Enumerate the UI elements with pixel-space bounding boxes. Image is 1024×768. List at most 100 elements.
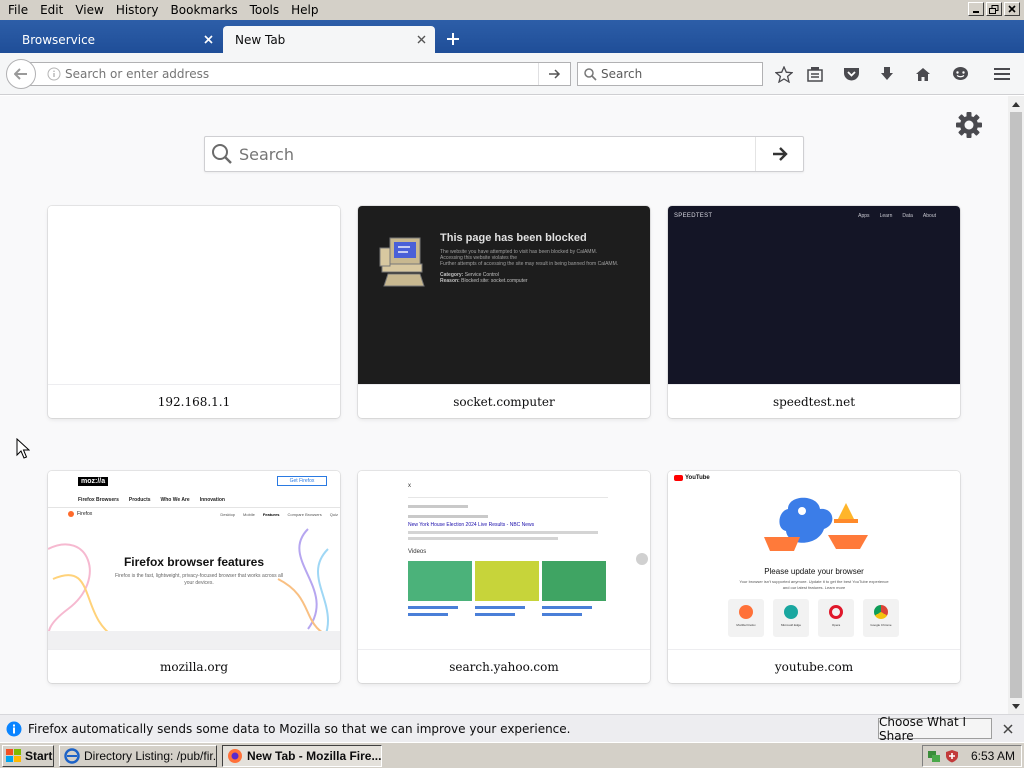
scroll-down-button[interactable] xyxy=(1008,698,1024,714)
page-search-input[interactable] xyxy=(239,144,755,164)
tile-title: speedtest.net xyxy=(668,384,960,418)
get-firefox-button: Get Firefox xyxy=(277,476,327,486)
library-icon[interactable] xyxy=(805,65,825,83)
tab-browservice[interactable]: Browservice xyxy=(10,26,222,53)
mozilla-logo: moz://a xyxy=(78,477,109,486)
clock[interactable]: 6:53 AM xyxy=(971,749,1015,763)
scrollbar-thumb[interactable] xyxy=(1010,112,1022,698)
menu-tools[interactable]: Tools xyxy=(244,0,286,20)
top-site-tile[interactable]: 192.168.1.1 xyxy=(48,206,340,418)
toolbar-search-placeholder: Search xyxy=(601,67,643,81)
menu-view-label: View xyxy=(75,3,104,17)
gear-icon[interactable] xyxy=(954,110,984,140)
mozilla-nav-item: Firefox Browsers xyxy=(78,497,119,503)
new-tab-button[interactable] xyxy=(442,28,464,50)
downloads-icon[interactable] xyxy=(877,65,897,83)
tile-title: youtube.com xyxy=(668,649,960,683)
youtube-text-line: and our latest features. Learn more xyxy=(782,585,846,590)
blocked-text-line: Further attempts of accessing the site m… xyxy=(440,261,619,267)
tab-new-tab[interactable]: New Tab xyxy=(223,26,435,53)
top-site-tile[interactable]: SPEEDTEST Apps Learn Data About speedtes… xyxy=(668,206,960,418)
plus-icon xyxy=(447,33,459,45)
notification-text: Firefox automatically sends some data to… xyxy=(28,721,571,736)
pocket-icon[interactable] xyxy=(841,65,861,83)
top-site-tile[interactable]: x New York House Election 2024 Live Resu… xyxy=(358,471,650,683)
internet-explorer-icon xyxy=(64,748,80,764)
menu-file[interactable]: File xyxy=(2,0,34,20)
mouse-cursor-icon xyxy=(16,438,30,459)
edge-icon xyxy=(784,605,798,619)
menu-help[interactable]: Help xyxy=(285,0,324,20)
menu-edit[interactable]: Edit xyxy=(34,0,69,20)
mozilla-subnav-item: Features xyxy=(262,512,280,517)
tab-close-button[interactable] xyxy=(198,30,218,50)
speedtest-nav-item: Data xyxy=(902,213,913,219)
tile-preview-mozilla: moz://a Get Firefox Firefox Browsers Pro… xyxy=(48,471,340,649)
info-icon[interactable] xyxy=(31,67,65,81)
mozilla-subnav-item: Desktop xyxy=(220,512,236,517)
close-icon xyxy=(1008,5,1016,13)
page-search-go-button[interactable] xyxy=(755,137,803,171)
system-tray: 6:53 AM xyxy=(922,745,1022,767)
youtube-illustration xyxy=(764,497,868,551)
speedtest-nav-item: About xyxy=(922,213,936,219)
reason-value: Blocked site: socket.computer xyxy=(461,278,528,284)
start-label: Start xyxy=(25,749,53,763)
taskbar-button-label: Directory Listing: /pub/fir... xyxy=(84,749,217,763)
tile-title: mozilla.org xyxy=(48,649,340,683)
page-search-box[interactable] xyxy=(204,136,804,172)
notification-close-button[interactable] xyxy=(1000,721,1016,737)
top-site-tile[interactable]: This page has been blocked The website y… xyxy=(358,206,650,418)
tile-preview-speedtest: SPEEDTEST Apps Learn Data About xyxy=(668,206,960,384)
tab-close-button[interactable] xyxy=(411,30,431,50)
windows-logo-icon xyxy=(6,749,21,762)
restore-button[interactable] xyxy=(986,2,1002,16)
back-button[interactable] xyxy=(6,59,36,89)
mozilla-text-line: Firefox is the fast, lightweight, privac… xyxy=(114,573,284,579)
mozilla-nav-item: Who We Are xyxy=(160,497,190,503)
vertical-scrollbar[interactable] xyxy=(1008,96,1024,714)
menu-view[interactable]: View xyxy=(69,0,109,20)
url-input[interactable] xyxy=(65,63,538,85)
chat-bubble-icon[interactable] xyxy=(950,65,970,83)
close-window-button[interactable] xyxy=(1004,2,1020,16)
back-arrow-icon xyxy=(14,68,27,80)
arrow-right-icon xyxy=(772,147,788,161)
mozilla-subnav-item: Compare Browsers xyxy=(287,512,322,517)
taskbar-button-firefox[interactable]: New Tab - Mozilla Fire... xyxy=(222,745,382,767)
youtube-heading: Please update your browser xyxy=(764,567,864,576)
home-icon[interactable] xyxy=(913,65,933,83)
browser-option-edge: Microsoft Edge xyxy=(773,599,809,637)
menu-history[interactable]: History xyxy=(110,0,165,20)
bookmark-star-icon[interactable] xyxy=(774,65,794,83)
speedtest-nav-item: Learn xyxy=(879,213,893,219)
menu-bookmarks-label: Bookmarks xyxy=(170,3,238,17)
tile-title: 192.168.1.1 xyxy=(48,384,340,418)
speedtest-logo: SPEEDTEST xyxy=(674,213,713,219)
arrow-right-icon xyxy=(548,69,560,79)
minimize-button[interactable] xyxy=(968,2,984,16)
top-site-tile[interactable]: moz://a Get Firefox Firefox Browsers Pro… xyxy=(48,471,340,683)
tab-label: Browservice xyxy=(22,32,96,47)
mozilla-subnav-item: Quiz xyxy=(329,512,338,517)
info-icon xyxy=(6,721,22,736)
network-icon[interactable] xyxy=(927,749,941,763)
minimize-icon xyxy=(973,11,979,13)
menu-file-label: File xyxy=(8,3,29,17)
shield-icon[interactable] xyxy=(945,749,959,763)
windows-taskbar: Start Directory Listing: /pub/fir... New… xyxy=(0,742,1024,768)
caret-down-icon xyxy=(1012,703,1020,709)
top-site-tile[interactable]: YouTube Please update your browser Your … xyxy=(668,471,960,683)
hamburger-menu-icon[interactable] xyxy=(992,65,1012,83)
choose-what-i-share-button[interactable]: Choose What I Share xyxy=(878,715,992,743)
blocked-heading: This page has been blocked xyxy=(440,232,587,244)
scroll-up-button[interactable] xyxy=(1008,96,1024,112)
menu-bookmarks[interactable]: Bookmarks xyxy=(165,0,244,20)
go-button[interactable] xyxy=(538,63,570,85)
toolbar-search-box[interactable]: Search xyxy=(577,62,763,86)
firefox-icon xyxy=(739,605,753,619)
mozilla-nav-item: Products xyxy=(128,497,151,503)
start-button[interactable]: Start xyxy=(2,745,54,767)
url-bar[interactable] xyxy=(30,62,571,86)
taskbar-button-directory[interactable]: Directory Listing: /pub/fir... xyxy=(59,745,217,767)
